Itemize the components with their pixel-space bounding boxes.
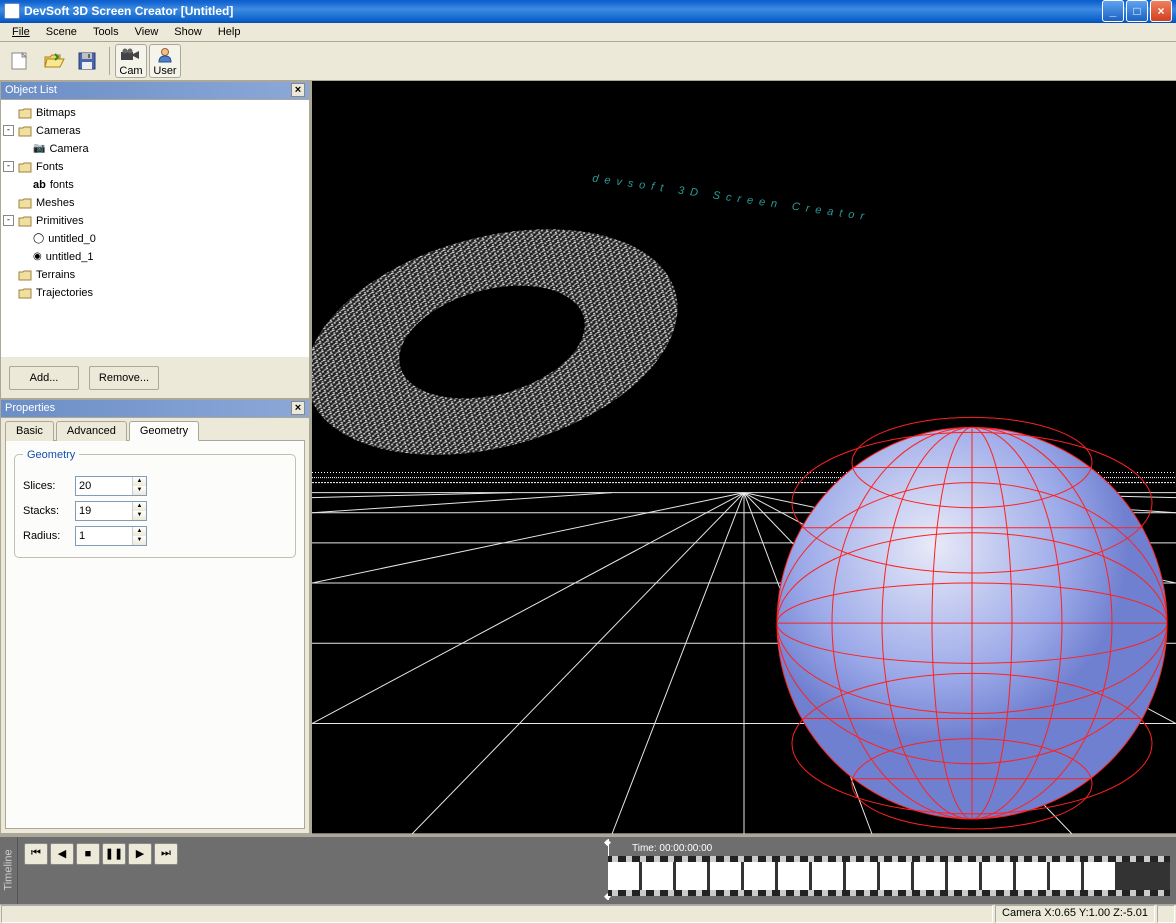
- radius-input[interactable]: ▲▼: [75, 526, 147, 546]
- toolbar: Cam User: [0, 42, 1176, 81]
- geometry-fieldset: Geometry Slices: ▲▼ Stacks: ▲▼: [14, 449, 296, 558]
- remove-button[interactable]: Remove...: [89, 366, 159, 390]
- menu-show[interactable]: Show: [166, 24, 210, 40]
- save-button[interactable]: [72, 44, 104, 78]
- tree-untitled-1[interactable]: ◉untitled_1: [3, 248, 307, 266]
- slices-label: Slices:: [23, 480, 75, 492]
- folder-icon: [18, 125, 32, 137]
- tree-fonts[interactable]: -Fonts: [3, 158, 307, 176]
- folder-icon: [18, 107, 32, 119]
- user-button[interactable]: User: [149, 44, 181, 78]
- step-back-button[interactable]: ◀: [50, 843, 74, 865]
- user-icon: [153, 45, 177, 65]
- statusbar: Camera X:0.65 Y:1.00 Z:-5.01: [0, 904, 1176, 923]
- object-list-panel: Bitmaps -Cameras 📷Camera -Fonts abfonts …: [0, 99, 310, 399]
- pause-button[interactable]: ❚❚: [102, 843, 126, 865]
- forward-end-button[interactable]: ⏭: [154, 843, 178, 865]
- object-list-close[interactable]: ×: [291, 83, 305, 97]
- spin-down-icon[interactable]: ▼: [132, 486, 146, 495]
- play-button[interactable]: ▶: [128, 843, 152, 865]
- tree-terrains[interactable]: Terrains: [3, 266, 307, 284]
- timeline-panel: Timeline ⏮ ◀ ■ ❚❚ ▶ ⏭ Time: 00:00:00:00: [0, 834, 1176, 904]
- menu-scene[interactable]: Scene: [38, 24, 85, 40]
- tab-geometry[interactable]: Geometry: [129, 421, 199, 441]
- timeline-label: Timeline: [0, 837, 18, 904]
- tree-untitled-0[interactable]: ◯untitled_0: [3, 230, 307, 248]
- sphere-icon: ◉: [33, 251, 42, 262]
- folder-icon: [18, 197, 32, 209]
- camera-coords: Camera X:0.65 Y:1.00 Z:-5.01: [995, 905, 1155, 923]
- spin-up-icon[interactable]: ▲: [132, 502, 146, 511]
- window-title: DevSoft 3D Screen Creator [Untitled]: [24, 4, 1100, 18]
- app-icon: [4, 3, 20, 19]
- stop-button[interactable]: ■: [76, 843, 100, 865]
- spin-down-icon[interactable]: ▼: [132, 511, 146, 520]
- properties-title: Properties ×: [0, 399, 310, 417]
- folder-icon: [18, 161, 32, 173]
- tree-cameras[interactable]: -Cameras: [3, 122, 307, 140]
- close-button[interactable]: ×: [1150, 0, 1172, 22]
- rewind-start-button[interactable]: ⏮: [24, 843, 48, 865]
- viewport-3d[interactable]: devsoft 3D Screen Creator: [312, 81, 1176, 834]
- tree-meshes[interactable]: Meshes: [3, 194, 307, 212]
- minimize-button[interactable]: _: [1102, 0, 1124, 22]
- stacks-label: Stacks:: [23, 505, 75, 517]
- open-folder-icon: [42, 51, 66, 71]
- menu-view[interactable]: View: [127, 24, 167, 40]
- tree-bitmaps[interactable]: Bitmaps: [3, 104, 307, 122]
- tree-fonts-leaf[interactable]: abfonts: [3, 176, 307, 194]
- open-button[interactable]: [38, 44, 70, 78]
- save-disk-icon: [76, 51, 100, 71]
- folder-icon: [18, 269, 32, 281]
- collapse-icon[interactable]: -: [3, 125, 14, 136]
- collapse-icon[interactable]: -: [3, 215, 14, 226]
- filmstrip[interactable]: [608, 856, 1170, 896]
- tree-trajectories[interactable]: Trajectories: [3, 284, 307, 302]
- new-button[interactable]: [4, 44, 36, 78]
- tree-primitives[interactable]: -Primitives: [3, 212, 307, 230]
- radius-label: Radius:: [23, 530, 75, 542]
- titlebar: DevSoft 3D Screen Creator [Untitled] _ □…: [0, 0, 1176, 23]
- maximize-button[interactable]: □: [1126, 0, 1148, 22]
- properties-panel: Basic Advanced Geometry Geometry Slices:…: [0, 417, 310, 834]
- camera-icon: [119, 45, 143, 65]
- menu-help[interactable]: Help: [210, 24, 249, 40]
- menu-file[interactable]: File: [4, 24, 38, 40]
- add-button[interactable]: Add...: [9, 366, 79, 390]
- spin-up-icon[interactable]: ▲: [132, 527, 146, 536]
- object-tree[interactable]: Bitmaps -Cameras 📷Camera -Fonts abfonts …: [1, 100, 309, 357]
- spin-up-icon[interactable]: ▲: [132, 477, 146, 486]
- slices-input[interactable]: ▲▼: [75, 476, 147, 496]
- folder-icon: [18, 215, 32, 227]
- camera-icon: 📷: [33, 143, 45, 154]
- menu-tools[interactable]: Tools: [85, 24, 127, 40]
- properties-close[interactable]: ×: [291, 401, 305, 415]
- object-list-title: Object List ×: [0, 81, 310, 99]
- time-label: Time: 00:00:00:00: [632, 843, 1170, 854]
- stacks-input[interactable]: ▲▼: [75, 501, 147, 521]
- collapse-icon[interactable]: -: [3, 161, 14, 172]
- new-file-icon: [8, 51, 32, 71]
- menubar: File Scene Tools View Show Help: [0, 23, 1176, 42]
- cam-button[interactable]: Cam: [115, 44, 147, 78]
- sphere-icon: ◯: [33, 233, 44, 244]
- tree-camera[interactable]: 📷Camera: [3, 140, 307, 158]
- tab-basic[interactable]: Basic: [5, 421, 54, 441]
- folder-icon: [18, 287, 32, 299]
- tab-advanced[interactable]: Advanced: [56, 421, 127, 441]
- font-icon: ab: [33, 179, 46, 191]
- spin-down-icon[interactable]: ▼: [132, 536, 146, 545]
